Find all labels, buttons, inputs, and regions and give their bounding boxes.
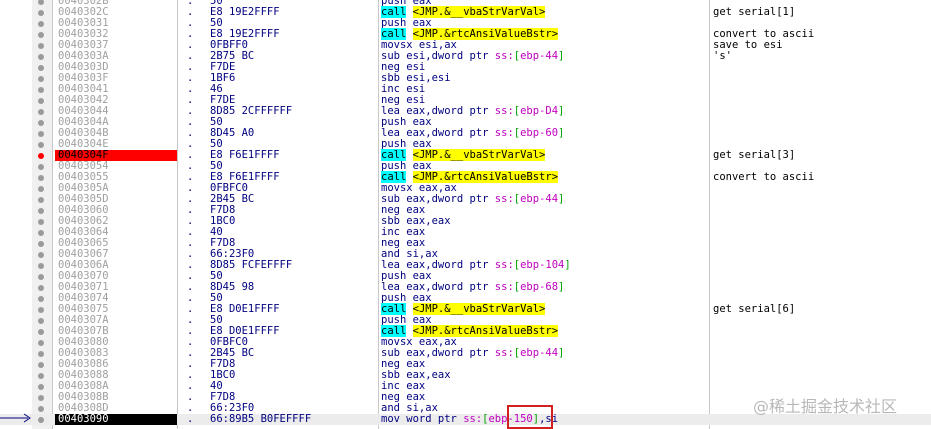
instruction-row[interactable]: 00403032. E8 19E2FFFF call <JMP.&rtcAnsiVa… [0,28,931,40]
bp-marker-icon[interactable] [38,417,44,423]
instruction-row[interactable]: 00403044. 8D85 2CFFFFFF lea eax,dword ptr … [0,106,931,117]
bp-marker-icon[interactable] [38,241,44,247]
comment: convert to ascii [713,171,815,183]
comment: get serial[3] [713,149,796,161]
bp-marker-icon[interactable] [38,285,44,291]
bp-marker-icon[interactable] [38,32,44,38]
instruction-row[interactable]: 00403055. E8 F6E1FFFF call <JMP.&rtcAnsiVa… [0,171,931,183]
bp-marker-icon[interactable] [38,54,44,60]
bp-marker-icon[interactable] [38,230,44,236]
instruction-row[interactable]: 0040304B. 8D45 A0 lea eax,dword ptr ss:[eb… [0,128,931,139]
bp-marker-icon[interactable] [38,208,44,214]
bp-marker-icon[interactable] [38,274,44,280]
bp-marker-icon[interactable] [38,252,44,258]
instruction-row[interactable]: 00403041. 46 inc esi [0,84,931,95]
bp-marker-icon[interactable] [38,263,44,269]
bp-marker-icon[interactable] [38,395,44,401]
bp-marker-icon[interactable] [38,98,44,104]
hex-bytes: 66:89B5 B0FEFFFF [210,413,312,425]
instruction-row[interactable]: 0040303A. 2B75 BC sub esi,dword ptr ss:[eb… [0,51,931,62]
instruction-row[interactable]: 0040303F. 1BF6 sbb esi,esi [0,73,931,84]
bp-marker-icon[interactable] [38,296,44,302]
instruction-row[interactable]: 00403088. 1BC0 sbb eax,eax [0,370,931,381]
bp-marker-icon[interactable] [38,142,44,148]
instruction-row[interactable]: 00403083. 2B45 BC sub eax,dword ptr ss:[eb… [0,348,931,359]
bp-marker-icon[interactable] [38,373,44,379]
flow-marker: . [187,413,194,425]
instruction-row[interactable]: 0040308A. 40 inc eax [0,381,931,392]
bp-marker-icon[interactable] [38,351,44,357]
instruction-row[interactable]: 00403064. 40 inc eax [0,227,931,238]
instruction-row[interactable]: 00403075. E8 D0E1FFFF call <JMP.&__vbaStrV… [0,303,931,315]
instruction-row[interactable]: 00403065. F7D8 neg eax [0,238,931,249]
instruction-row[interactable]: 0040306A. 8D85 FCFEFFFF lea eax,dword ptr … [0,260,931,271]
bp-marker-icon[interactable] [38,120,44,126]
bp-marker-icon[interactable] [38,10,44,16]
bp-marker-icon[interactable] [38,384,44,390]
bp-marker-icon[interactable] [38,87,44,93]
instruction-row[interactable]: 0040302C. E8 19E2FFFF call <JMP.&__vbaStrV… [0,6,931,18]
bp-marker-icon[interactable] [38,329,44,335]
highlight-box [507,405,553,429]
watermark: @稀土掘金技术社区 [753,397,898,416]
bp-marker-icon[interactable] [38,76,44,82]
bp-marker-icon[interactable] [38,0,44,5]
instruction-row[interactable]: 00403062. 1BC0 sbb eax,eax [0,216,931,227]
instruction-row[interactable]: 0040304F. E8 F6E1FFFF call <JMP.&__vbaStrV… [0,149,931,161]
comment: get serial[1] [713,6,796,18]
bp-marker-icon[interactable] [38,197,44,203]
bp-marker-icon[interactable] [38,175,44,181]
bp-marker-icon[interactable] [38,65,44,71]
bp-marker-icon[interactable] [38,318,44,324]
instruction-row[interactable]: 0040303D. F7DE neg esi [0,62,931,73]
instruction-row[interactable]: 0040307B. E8 D0E1FFFF call <JMP.&rtcAnsiVa… [0,325,931,337]
bp-marker-icon[interactable] [38,164,44,170]
instruction-row[interactable]: 00403071. 8D45 98 lea eax,dword ptr ss:[eb… [0,282,931,293]
bp-marker-icon[interactable] [38,131,44,137]
bp-marker-icon[interactable] [38,340,44,346]
bp-marker-icon[interactable] [38,43,44,49]
instruction-row[interactable]: 00403086. F7D8 neg eax [0,359,931,370]
bp-marker-icon[interactable] [38,219,44,225]
current-line-arrow-icon [0,413,31,423]
instruction-row[interactable]: 0040305D. 2B45 BC sub eax,dword ptr ss:[eb… [0,194,931,205]
bp-marker-icon[interactable] [38,406,44,412]
comment: 's' [713,50,732,62]
address: 00403090 [55,414,177,425]
comment: get serial[6] [713,303,796,315]
breakpoint-icon[interactable] [38,153,44,159]
bp-marker-icon[interactable] [38,186,44,192]
instruction-row[interactable]: 00403060. F7D8 neg eax [0,205,931,216]
bp-marker-icon[interactable] [38,109,44,115]
bp-marker-icon[interactable] [38,362,44,368]
bp-marker-icon[interactable] [38,21,44,27]
disassembly-pane[interactable]: 0040302B. 50 push eax 0040302C. E8 19E2FFFF c… [0,0,931,429]
bp-marker-icon[interactable] [38,307,44,313]
